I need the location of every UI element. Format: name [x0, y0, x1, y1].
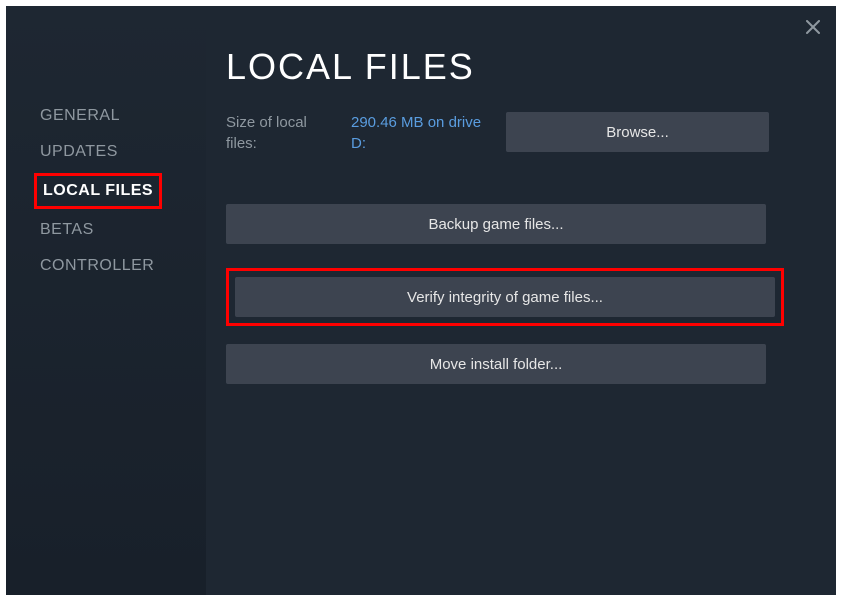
page-title: LOCAL FILES — [226, 46, 796, 88]
close-icon — [806, 20, 820, 34]
content-panel: LOCAL FILES Size of local files: 290.46 … — [206, 6, 836, 595]
sidebar-item-general[interactable]: GENERAL — [34, 101, 126, 131]
move-folder-button[interactable]: Move install folder... — [226, 344, 766, 384]
verify-highlight: Verify integrity of game files... — [226, 268, 784, 326]
verify-integrity-button[interactable]: Verify integrity of game files... — [235, 277, 775, 317]
backup-button[interactable]: Backup game files... — [226, 204, 766, 244]
sidebar-item-betas[interactable]: BETAS — [34, 215, 100, 245]
sidebar: GENERAL UPDATES LOCAL FILES BETAS CONTRO… — [6, 6, 206, 595]
sidebar-item-updates[interactable]: UPDATES — [34, 137, 124, 167]
size-value-link[interactable]: 290.46 MB on drive D: — [351, 112, 486, 154]
settings-window: GENERAL UPDATES LOCAL FILES BETAS CONTRO… — [6, 6, 836, 595]
size-label: Size of local files: — [226, 112, 331, 154]
sidebar-item-controller[interactable]: CONTROLLER — [34, 251, 160, 281]
close-button[interactable] — [804, 18, 822, 36]
actions-section: Backup game files... Verify integrity of… — [226, 204, 796, 408]
browse-button[interactable]: Browse... — [506, 112, 769, 152]
size-info-row: Size of local files: 290.46 MB on drive … — [226, 112, 796, 154]
sidebar-item-local-files[interactable]: LOCAL FILES — [34, 173, 162, 209]
